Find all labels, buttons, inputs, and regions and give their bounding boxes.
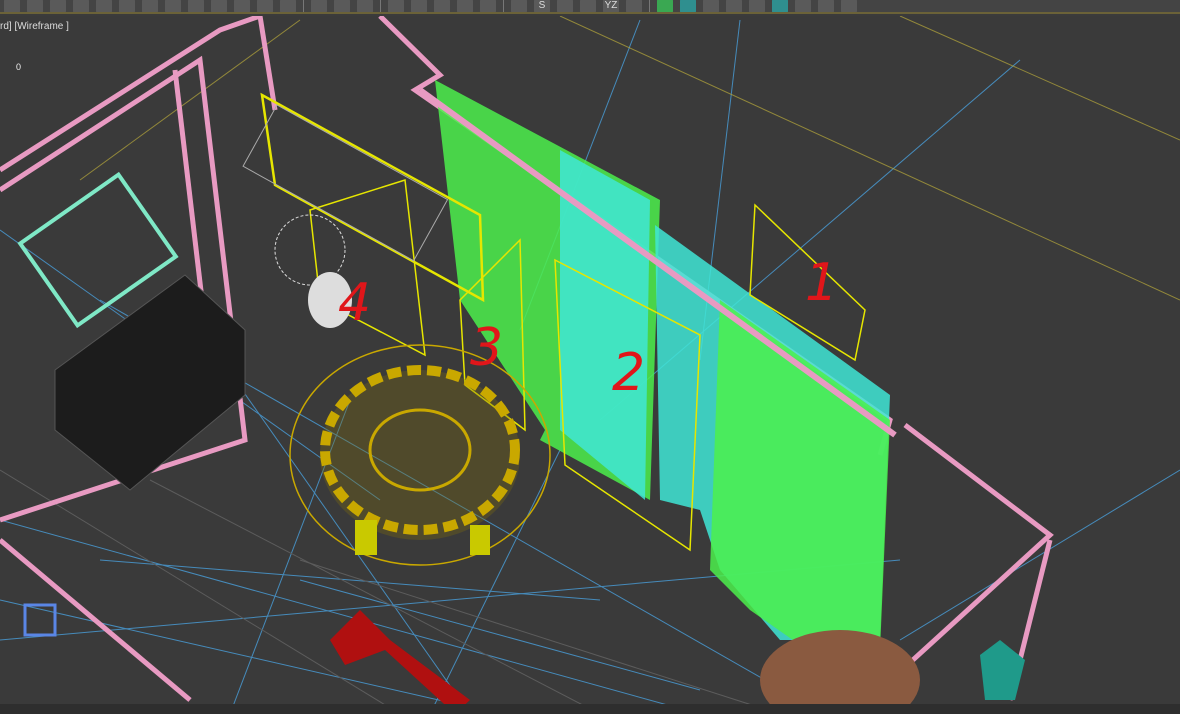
layer-icon[interactable]: [50, 0, 66, 12]
viewport-label[interactable]: rd] [Wireframe ]: [0, 21, 69, 32]
annotation-4: 4: [338, 273, 371, 333]
paint-icon[interactable]: [772, 0, 788, 12]
axis-origin-label: 0: [16, 62, 22, 72]
gear-icon[interactable]: [795, 0, 811, 12]
circle-icon[interactable]: [96, 0, 112, 12]
list-icon[interactable]: [334, 0, 350, 12]
teal-object: [980, 640, 1025, 700]
scene-wireframe: 1 2 3 4: [0, 16, 1180, 714]
sphere-icon[interactable]: [257, 0, 273, 12]
main-toolbar: S YZ: [0, 0, 1180, 14]
xyz-icon[interactable]: [480, 0, 496, 12]
annotation-3: 3: [470, 318, 503, 378]
panel-icon[interactable]: [188, 0, 204, 12]
settings-icon[interactable]: [841, 0, 857, 12]
viewport-icon[interactable]: [234, 0, 250, 12]
stack-icon[interactable]: [119, 0, 135, 12]
minus-icon[interactable]: [557, 0, 573, 12]
viewport-wireframe[interactable]: 1 2 3 4 rd] [Wireframe ] 0: [0, 16, 1180, 714]
toolbar-separator: [303, 0, 304, 12]
annotation-1: 1: [805, 253, 838, 313]
material-icon[interactable]: [434, 0, 450, 12]
wicker-basket: [760, 630, 920, 714]
dresser: [54, 274, 246, 491]
window-grid: [242, 104, 449, 262]
m-icon[interactable]: [726, 0, 742, 12]
eraser-icon[interactable]: [457, 0, 473, 12]
ring-icon[interactable]: [626, 0, 642, 12]
toolbar-separator: [380, 0, 381, 12]
s-list-icon[interactable]: S: [534, 0, 550, 12]
cloud-icon[interactable]: [142, 0, 158, 12]
clipboard-icon[interactable]: [73, 0, 89, 12]
status-bar: [0, 704, 1180, 714]
help-icon[interactable]: [357, 0, 373, 12]
hex-icon[interactable]: [657, 0, 673, 12]
link-icon[interactable]: [27, 0, 43, 12]
yz-icon[interactable]: YZ: [603, 0, 619, 12]
edit-icon[interactable]: [818, 0, 834, 12]
select-icon[interactable]: [4, 0, 20, 12]
tree-icon[interactable]: [311, 0, 327, 12]
help-icon[interactable]: [280, 0, 296, 12]
annotation-2: 2: [612, 343, 645, 403]
move-icon[interactable]: [411, 0, 427, 12]
brush-icon[interactable]: [703, 0, 719, 12]
toolbar-separator: [649, 0, 650, 12]
play-icon[interactable]: [211, 0, 227, 12]
snap-icon[interactable]: [388, 0, 404, 12]
render-icon[interactable]: [511, 0, 527, 12]
toolbar-separator: [503, 0, 504, 12]
plus-icon[interactable]: [580, 0, 596, 12]
wand-icon[interactable]: [749, 0, 765, 12]
red-chair: [330, 610, 470, 714]
light-icon[interactable]: [165, 0, 181, 12]
globe-icon[interactable]: [680, 0, 696, 12]
